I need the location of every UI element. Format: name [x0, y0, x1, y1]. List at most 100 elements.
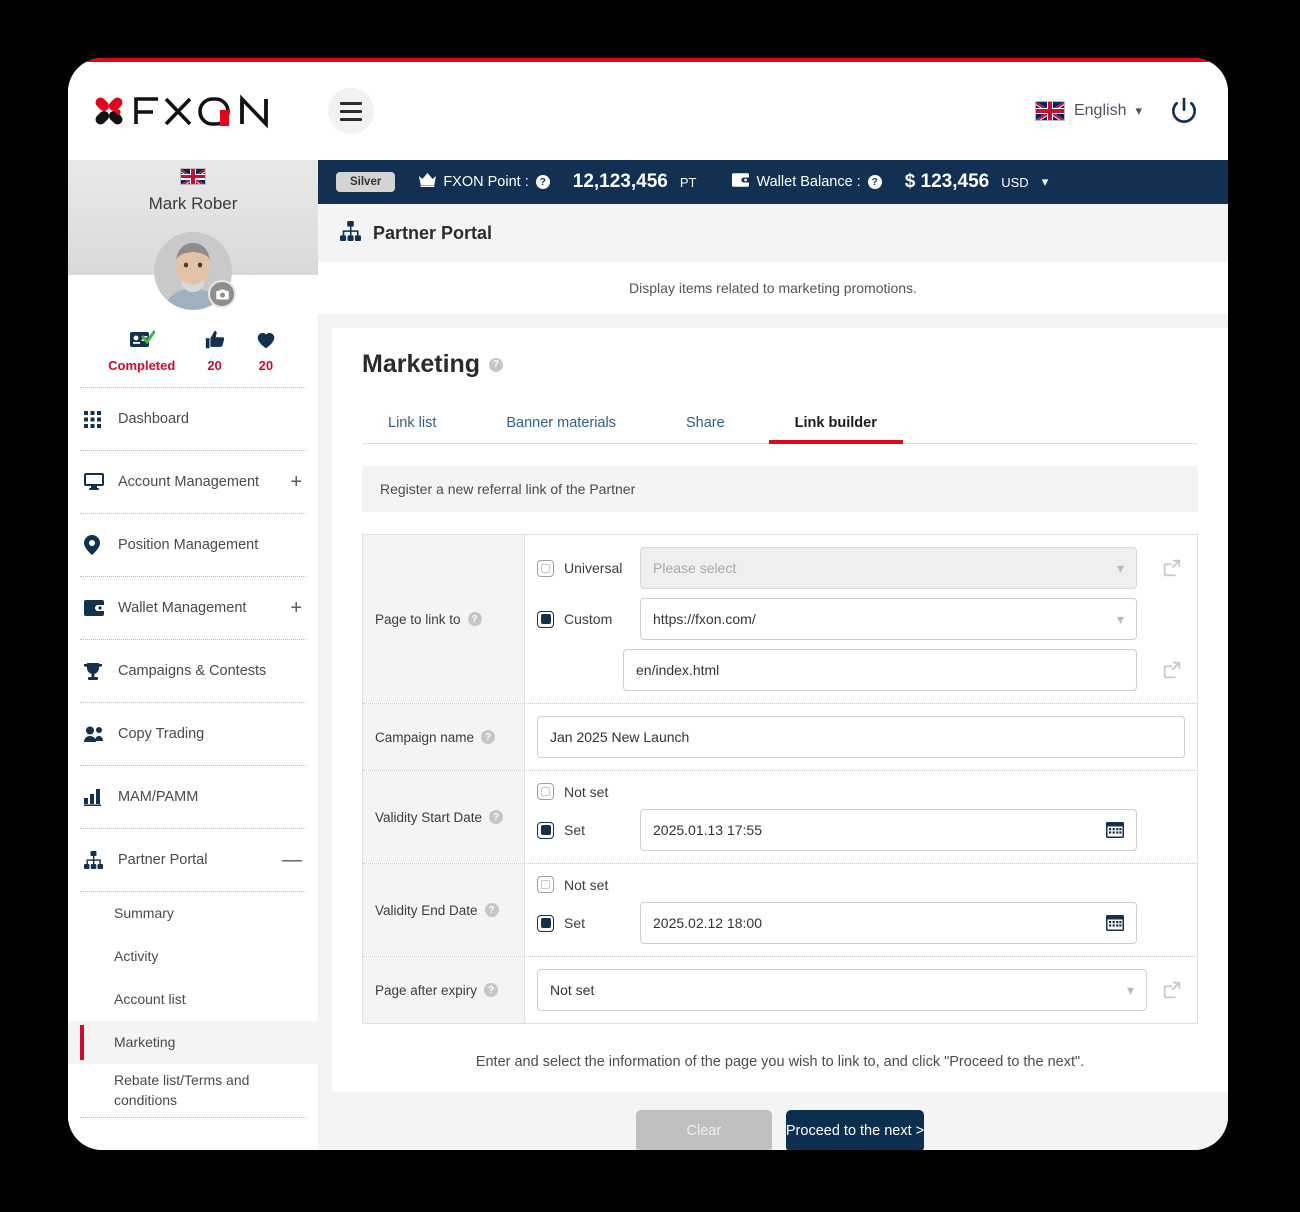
stat-likes: 20 [204, 327, 226, 373]
power-logout-button[interactable] [1168, 95, 1200, 127]
end-set-radio[interactable] [537, 914, 554, 932]
start-date-input[interactable]: 2025.01.13 17:55 [640, 809, 1137, 851]
custom-domain-select[interactable]: https://fxon.com/ ▾ [640, 598, 1137, 640]
sidebar-item-account-management[interactable]: Account Management + [68, 451, 318, 513]
expand-plus-icon[interactable]: + [290, 472, 302, 492]
start-set-radio[interactable] [537, 821, 554, 839]
crown-icon [419, 172, 437, 192]
tab-banner-materials[interactable]: Banner materials [480, 405, 642, 443]
field-label: Campaign name [375, 729, 475, 745]
fxon-logo[interactable] [86, 88, 290, 134]
screen-root: English ▾ Mark Rober Completed 20 20 Das… [0, 0, 1300, 1212]
hamburger-menu-button[interactable] [328, 88, 374, 134]
form-label-cell: Page after expiry ? [363, 957, 525, 1023]
tab-link-builder[interactable]: Link builder [768, 405, 904, 444]
campaign-name-value: Jan 2025 New Launch [550, 729, 690, 745]
tab-link-list[interactable]: Link list [362, 405, 462, 443]
universal-select-placeholder: Please select [653, 560, 737, 576]
help-icon[interactable]: ? [481, 730, 496, 744]
fxon-point-group: FXON Point : ? 12,123,456 PT [419, 171, 696, 193]
uk-flag-icon [1034, 101, 1065, 121]
help-icon[interactable]: ? [489, 810, 504, 824]
sidebar-item-activity[interactable]: Activity [68, 935, 318, 978]
sidebar-item-label: Account Management [118, 474, 260, 490]
campaign-name-input[interactable]: Jan 2025 New Launch [537, 716, 1185, 758]
sidebar-item-campaigns-contests[interactable]: Campaigns & Contests [68, 640, 318, 702]
help-icon[interactable]: ? [489, 357, 504, 372]
form-label-cell: Validity Start Date ? [363, 771, 525, 863]
sidebar-item-marketing[interactable]: Marketing [68, 1021, 318, 1064]
heart-icon [254, 327, 278, 351]
stat-value: Completed [108, 358, 176, 373]
help-icon[interactable]: ? [867, 175, 882, 189]
sidebar-item-copy-trading[interactable]: Copy Trading [68, 703, 318, 765]
tier-badge[interactable]: Silver [336, 172, 396, 192]
open-external-icon[interactable] [1159, 557, 1185, 579]
camera-upload-icon[interactable] [208, 280, 236, 308]
end-date-input[interactable]: 2025.02.12 18:00 [640, 902, 1137, 944]
sidebar-item-mam-pamm[interactable]: MAM/PAMM [68, 766, 318, 828]
open-external-icon[interactable] [1159, 979, 1185, 1001]
custom-radio[interactable] [537, 610, 554, 628]
clear-button[interactable]: Clear [635, 1110, 772, 1150]
sidebar-item-partner-portal[interactable]: Partner Portal — [68, 829, 318, 891]
sidebar-item-label: Dashboard [118, 411, 189, 427]
sidebar-item-summary[interactable]: Summary [68, 892, 318, 935]
profile-stats: Completed 20 20 [68, 327, 318, 387]
start-not-set-radio[interactable] [537, 783, 554, 800]
custom-path-input[interactable]: en/index.html [623, 649, 1137, 691]
universal-option-row: Universal Please select ▾ [537, 547, 1185, 589]
end-not-set-radio[interactable] [537, 876, 554, 893]
form-value-cell: Universal Please select ▾ Custom https:/… [525, 535, 1197, 703]
proceed-next-button[interactable]: Proceed to the next > [785, 1110, 925, 1150]
custom-path-value: en/index.html [636, 662, 720, 678]
start-not-set-label: Not set [564, 783, 609, 800]
calendar-icon[interactable] [1106, 821, 1124, 839]
open-external-icon[interactable] [1159, 659, 1185, 681]
help-icon[interactable]: ? [484, 903, 499, 917]
fxon-wordmark-icon [134, 94, 268, 129]
section-title: Marketing [362, 350, 481, 378]
help-icon[interactable]: ? [535, 175, 550, 189]
page-header: Partner Portal [318, 204, 1228, 262]
currency-chevron-down-icon[interactable]: ▾ [1042, 174, 1049, 190]
sidebar-item-position-management[interactable]: Position Management [68, 514, 318, 576]
universal-select[interactable]: Please select ▾ [640, 547, 1137, 589]
grid-icon [84, 410, 112, 428]
stat-value: 20 [207, 358, 222, 373]
sidebar-item-label: MAM/PAMM [118, 789, 199, 805]
help-icon[interactable]: ? [484, 983, 499, 997]
app-body: Mark Rober Completed 20 20 Dashboard Acc… [68, 160, 1228, 1150]
help-icon[interactable]: ? [467, 612, 482, 626]
main-area: Silver FXON Point : ? 12,123,456 PT Wall… [318, 160, 1228, 1150]
universal-label: Universal [564, 560, 623, 576]
page-description: Display items related to marketing promo… [318, 262, 1228, 314]
custom-domain-value: https://fxon.com/ [653, 611, 756, 627]
form-row-page-to-link: Page to link to ? Universal Please selec… [363, 535, 1197, 704]
sidebar-subitem-label: Summary [114, 905, 174, 922]
form-actions: Clear Proceed to the next > [332, 1092, 1228, 1150]
sidebar-item-account-list[interactable]: Account list [68, 978, 318, 1021]
universal-radio[interactable] [537, 559, 554, 577]
tab-share[interactable]: Share [660, 405, 751, 443]
expand-plus-icon[interactable]: + [290, 598, 302, 618]
power-icon [1172, 97, 1196, 123]
language-selector[interactable]: English ▾ [1034, 101, 1142, 121]
end-set-label: Set [564, 915, 586, 931]
form-label-cell: Validity End Date ? [363, 864, 525, 956]
avatar[interactable] [154, 232, 236, 310]
content-panel: Marketing ? Link list Banner materials S… [332, 328, 1228, 1150]
people-icon [84, 726, 112, 742]
language-label: English [1073, 102, 1127, 119]
fxon-point-unit: PT [679, 174, 697, 190]
form-value-cell: Not set Set 2025.01.13 17:55 [525, 771, 1197, 863]
device-frame: English ▾ Mark Rober Completed 20 20 Das… [68, 58, 1228, 1150]
calendar-icon[interactable] [1106, 914, 1124, 932]
sidebar-item-dashboard[interactable]: Dashboard [68, 388, 318, 450]
sidebar-item-rebate-list[interactable]: Rebate list/Terms and conditions [68, 1064, 318, 1117]
end-set-row: Set 2025.02.12 18:00 [537, 902, 1185, 944]
sidebar-item-wallet-management[interactable]: Wallet Management + [68, 577, 318, 639]
custom-path-row: en/index.html [537, 649, 1185, 691]
page-after-expiry-select[interactable]: Not set ▾ [537, 969, 1147, 1011]
collapse-minus-icon[interactable]: — [282, 850, 302, 870]
